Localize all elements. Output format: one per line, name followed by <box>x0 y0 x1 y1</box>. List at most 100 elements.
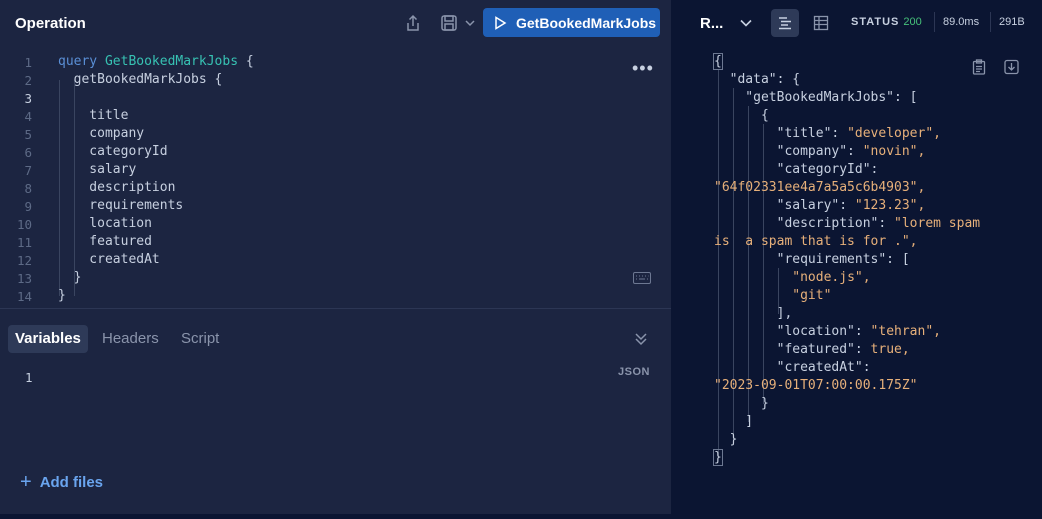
json-line: "salary": "123.23", <box>714 198 926 213</box>
line-number: 14 <box>16 289 32 304</box>
line-number: 10 <box>16 217 32 232</box>
json-line: "git" <box>714 288 831 303</box>
json-value: "novin", <box>862 144 926 159</box>
keyboard-icon[interactable] <box>633 271 651 284</box>
json-line: "title": "developer", <box>714 126 941 141</box>
response-title: R... <box>700 15 724 32</box>
add-files-label: Add files <box>39 474 104 491</box>
json-line: { <box>713 53 723 70</box>
code-line: createdAt <box>58 252 160 267</box>
share-icon[interactable] <box>402 12 424 34</box>
status-code: 200 <box>903 16 922 28</box>
json-value: true, <box>870 342 910 357</box>
json-key: "location": <box>714 324 871 339</box>
code-line: title <box>58 108 129 123</box>
query-keyword: query <box>58 54 98 69</box>
divider <box>934 12 935 32</box>
code-line: location <box>58 216 152 231</box>
json-line: ], <box>714 306 793 321</box>
operation-header: Operation GetBookedMarkJobs <box>0 0 671 46</box>
chevron-down-icon[interactable] <box>739 16 753 30</box>
line-number: 4 <box>24 109 32 124</box>
open-brace: { <box>238 54 254 69</box>
json-line: "data": { <box>714 72 801 87</box>
play-icon <box>495 15 507 30</box>
text-view-icon[interactable] <box>771 9 799 37</box>
json-value: "lorem spam <box>894 216 981 231</box>
json-key: "featured": <box>714 342 871 357</box>
field-name: getBookedMarkJobs { <box>58 72 223 87</box>
code-line: featured <box>58 234 152 249</box>
line-number: 7 <box>24 163 32 178</box>
json-value: "123.23", <box>854 198 926 213</box>
chevron-down-icon[interactable] <box>460 12 480 34</box>
response-time: 89.0ms <box>943 16 980 28</box>
json-line: { <box>714 108 769 123</box>
clipboard-icon[interactable] <box>972 59 988 75</box>
line-number: 12 <box>16 253 32 268</box>
json-value: "git" <box>792 288 832 303</box>
json-line: "description": "lorem spam <box>714 216 981 231</box>
json-line: "node.js", <box>714 270 871 285</box>
code-line: categoryId <box>58 144 168 159</box>
variables-line-number: 1 <box>25 370 33 385</box>
json-line: } <box>714 396 769 411</box>
json-line: } <box>713 449 723 466</box>
json-key: "title": <box>714 126 848 141</box>
line-number: 2 <box>24 73 32 88</box>
json-value: is a spam that is for .", <box>714 234 918 249</box>
response-size: 291B <box>999 16 1025 28</box>
more-icon[interactable]: ••• <box>632 58 654 79</box>
operation-title: Operation <box>15 15 86 32</box>
json-line: "requirements": [ <box>714 252 910 267</box>
json-key: "salary": <box>714 198 855 213</box>
plus-icon: + <box>20 471 32 493</box>
json-value: "node.js", <box>792 270 871 285</box>
code-line: query GetBookedMarkJobs { <box>58 54 254 69</box>
code-line: } <box>58 270 82 285</box>
line-number: 9 <box>24 199 32 214</box>
tab-variables[interactable]: Variables <box>8 325 88 353</box>
code-line: salary <box>58 162 137 177</box>
add-files-button[interactable]: + Add files <box>20 471 103 494</box>
json-line: "featured": true, <box>714 342 910 357</box>
save-icon[interactable] <box>438 12 460 34</box>
tab-headers[interactable]: Headers <box>95 325 166 353</box>
status-label: STATUS <box>851 16 900 28</box>
operation-panel: Operation GetBookedMarkJobs 1 query GetB… <box>0 0 671 514</box>
line-number: 3 <box>24 91 32 106</box>
json-line: "categoryId": <box>714 162 879 177</box>
divider <box>990 12 991 32</box>
line-number: 6 <box>24 145 32 160</box>
json-line: "location": "tehran", <box>714 324 941 339</box>
json-key: "description": <box>714 216 895 231</box>
status-indicator: STATUS 200 <box>851 16 922 28</box>
operation-name: GetBookedMarkJobs <box>104 54 239 69</box>
run-query-label: GetBookedMarkJobs <box>516 14 657 31</box>
json-key: "company": <box>714 144 863 159</box>
code-line: getBookedMarkJobs { <box>58 72 223 87</box>
table-view-icon[interactable] <box>807 9 835 37</box>
line-number: 8 <box>24 181 32 196</box>
line-number: 11 <box>16 235 32 250</box>
code-line: company <box>58 126 145 141</box>
json-line: } <box>714 432 738 447</box>
json-line: "getBookedMarkJobs": [ <box>714 90 918 105</box>
json-value: "developer", <box>847 126 941 141</box>
json-line: "company": "novin", <box>714 144 926 159</box>
json-value: "2023-09-01T07:00:00.175Z" <box>714 378 918 393</box>
download-icon[interactable] <box>1004 59 1020 75</box>
json-value: "tehran", <box>870 324 941 339</box>
line-number: 13 <box>16 271 32 286</box>
code-line: } <box>58 288 66 303</box>
json-format-label[interactable]: JSON <box>618 366 650 378</box>
line-number: 1 <box>24 55 32 70</box>
tab-script[interactable]: Script <box>174 325 226 353</box>
line-number: 5 <box>24 127 32 142</box>
json-line: ] <box>714 414 754 429</box>
run-query-button[interactable]: GetBookedMarkJobs <box>483 8 660 37</box>
json-value: "64f02331ee4a7a5a5c6b4903", <box>714 180 926 195</box>
chevrons-down-icon[interactable] <box>633 331 651 349</box>
